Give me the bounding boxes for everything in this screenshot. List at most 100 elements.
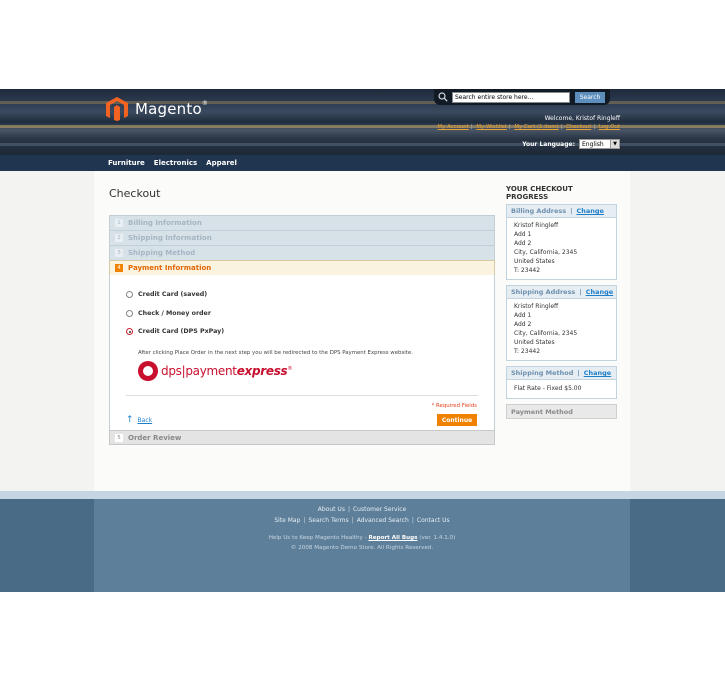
my-cart-link[interactable]: My Cart (1 item) bbox=[514, 124, 558, 130]
change-billing-link[interactable]: Change bbox=[576, 207, 603, 215]
back-label: Back bbox=[137, 416, 153, 424]
main-nav: Furniture Electronics Apparel bbox=[0, 155, 725, 171]
address-line: Add 2 bbox=[514, 240, 532, 247]
change-shipping-method-link[interactable]: Change bbox=[584, 369, 611, 377]
step-payment-information[interactable]: 4 Payment Information bbox=[109, 260, 495, 275]
logo[interactable]: Magento® bbox=[106, 97, 208, 121]
back-link[interactable]: ↑ Back bbox=[126, 415, 152, 425]
address-line: City, California, 2345 bbox=[514, 249, 578, 256]
chevron-down-icon: ▼ bbox=[610, 140, 619, 148]
language-switcher: Your Language: English ▼ bbox=[522, 139, 620, 149]
footer-link-search-terms[interactable]: Search Terms bbox=[308, 517, 348, 524]
address-line: Kristof Ringleff bbox=[514, 222, 559, 229]
step-number: 3 bbox=[115, 249, 123, 257]
radio-dps-pxpay[interactable] bbox=[126, 328, 133, 335]
search-button[interactable]: Search bbox=[575, 91, 605, 103]
footer-link-advanced-search[interactable]: Advanced Search bbox=[357, 517, 409, 524]
report-bugs-link[interactable]: Report All Bugs bbox=[368, 535, 417, 541]
nav-item-electronics[interactable]: Electronics bbox=[154, 159, 197, 167]
search-input[interactable] bbox=[452, 91, 570, 103]
nav-item-apparel[interactable]: Apparel bbox=[206, 159, 237, 167]
language-select[interactable]: English ▼ bbox=[579, 139, 620, 149]
checkout-progress-title: YOUR CHECKOUT PROGRESS bbox=[506, 185, 573, 201]
address-line: T: 23442 bbox=[514, 267, 541, 274]
page: Magento® Search Welcome, Kristof Ringlef… bbox=[0, 0, 725, 680]
top-links: My Account | My Wishlist | My Cart (1 item… bbox=[437, 124, 620, 130]
radio-check-money-order[interactable] bbox=[126, 310, 133, 317]
payment-option-label: Credit Card (saved) bbox=[138, 291, 208, 298]
search-box: Search bbox=[434, 89, 610, 105]
address-line: Kristof Ringleff bbox=[514, 303, 559, 310]
footer-copyright: © 2008 Magento Demo Store. All Rights Re… bbox=[290, 545, 434, 551]
progress-section-title: Payment Method bbox=[511, 407, 573, 416]
footer-help-text: Help Us to Keep Magento Healthy - bbox=[268, 535, 369, 541]
step-number: 2 bbox=[115, 234, 123, 242]
dps-logo-text: dps|paymentexpress® bbox=[161, 364, 293, 378]
billing-address-lines: Kristof Ringleff Add 1 Add 2 City, Calif… bbox=[507, 218, 616, 279]
step-order-review[interactable]: 5 Order Review bbox=[109, 430, 495, 445]
step-label: Shipping Method bbox=[128, 249, 196, 257]
progress-payment-method: Payment Method bbox=[506, 404, 617, 419]
step-label: Payment Information bbox=[128, 264, 212, 272]
footer: About Us | Customer Service Site Map | Searc… bbox=[94, 499, 630, 592]
shipping-method-value: Flat Rate - Fixed $5.00 bbox=[507, 380, 616, 398]
footer-band bbox=[0, 491, 725, 499]
language-label: Your Language: bbox=[522, 140, 575, 148]
progress-section-title: Shipping Address bbox=[511, 288, 576, 296]
step-number: 5 bbox=[115, 433, 123, 442]
footer-version: (ver. 1.4.1.0) bbox=[417, 535, 456, 541]
address-line: United States bbox=[514, 258, 555, 265]
dps-redirect-note: After clicking Place Order in the next s… bbox=[138, 350, 413, 356]
payment-option-label: Credit Card (DPS PxPay) bbox=[138, 328, 225, 335]
address-line: Add 2 bbox=[514, 321, 532, 328]
step-billing-information[interactable]: 1 Billing Information bbox=[109, 215, 495, 230]
payment-option-saved-card[interactable]: Credit Card (saved) bbox=[126, 291, 207, 298]
footer-links-row-1: About Us | Customer Service bbox=[317, 506, 407, 513]
required-fields-note: * Required Fields bbox=[431, 403, 477, 409]
payment-option-label: Check / Money order bbox=[138, 310, 211, 317]
header-inner: Magento® Search Welcome, Kristof Ringlef… bbox=[94, 89, 630, 155]
step-label: Billing Information bbox=[128, 219, 202, 227]
header: Magento® Search Welcome, Kristof Ringlef… bbox=[0, 89, 725, 155]
progress-shipping-method: Shipping Method | Change Flat Rate - Fix… bbox=[506, 366, 617, 399]
change-shipping-link[interactable]: Change bbox=[586, 288, 613, 296]
payment-option-dps-pxpay[interactable]: Credit Card (DPS PxPay) bbox=[126, 328, 224, 335]
shipping-method-text: Flat Rate - Fixed $5.00 bbox=[514, 385, 582, 392]
footer-link-site-map[interactable]: Site Map bbox=[274, 517, 300, 524]
checkout-steps: 1 Billing Information 2 Shipping Informa… bbox=[109, 215, 495, 445]
magento-logo-icon bbox=[106, 97, 128, 121]
step-label: Shipping Information bbox=[128, 234, 212, 242]
step-label: Order Review bbox=[128, 433, 182, 442]
footer-link-customer-service[interactable]: Customer Service bbox=[353, 506, 406, 513]
logo-text: Magento® bbox=[135, 100, 209, 118]
address-line: T: 23442 bbox=[514, 348, 541, 355]
progress-section-title: Billing Address bbox=[511, 207, 567, 215]
dps-payment-express-logo: dps|paymentexpress® bbox=[138, 361, 292, 381]
radio-saved-card[interactable] bbox=[126, 291, 133, 298]
my-account-link[interactable]: My Account bbox=[438, 124, 469, 130]
page-title: Checkout bbox=[109, 187, 161, 200]
footer-link-contact-us[interactable]: Contact Us bbox=[417, 517, 450, 524]
progress-section-title: Shipping Method bbox=[511, 369, 574, 377]
my-wishlist-link[interactable]: My Wishlist bbox=[476, 124, 506, 130]
progress-billing-address: Billing Address | Change Kristof Ringlef… bbox=[506, 204, 617, 280]
footer-links-row-2: Site Map | Search Terms | Advanced Search | Co… bbox=[274, 517, 450, 524]
address-line: Add 1 bbox=[514, 231, 532, 238]
step-shipping-method[interactable]: 3 Shipping Method bbox=[109, 245, 495, 260]
search-icon bbox=[438, 92, 448, 102]
address-line: United States bbox=[514, 339, 555, 346]
checkout-link[interactable]: Checkout bbox=[566, 124, 591, 130]
log-out-link[interactable]: Log Out bbox=[599, 124, 620, 130]
step-number: 1 bbox=[115, 219, 123, 227]
checkout-progress: YOUR CHECKOUT PROGRESS Billing Address |… bbox=[506, 185, 617, 424]
welcome-message: Welcome, Kristof Ringleff bbox=[544, 115, 620, 122]
address-line: Add 1 bbox=[514, 312, 532, 319]
payment-option-check-money-order[interactable]: Check / Money order bbox=[126, 310, 211, 317]
footer-help: Help Us to Keep Magento Healthy - Report… bbox=[94, 535, 630, 541]
divider bbox=[126, 395, 478, 396]
arrow-up-icon: ↑ bbox=[126, 415, 134, 425]
step-shipping-information[interactable]: 2 Shipping Information bbox=[109, 230, 495, 245]
footer-link-about-us[interactable]: About Us bbox=[318, 506, 345, 513]
nav-item-furniture[interactable]: Furniture bbox=[108, 159, 145, 167]
continue-button[interactable]: Continue bbox=[437, 414, 477, 426]
